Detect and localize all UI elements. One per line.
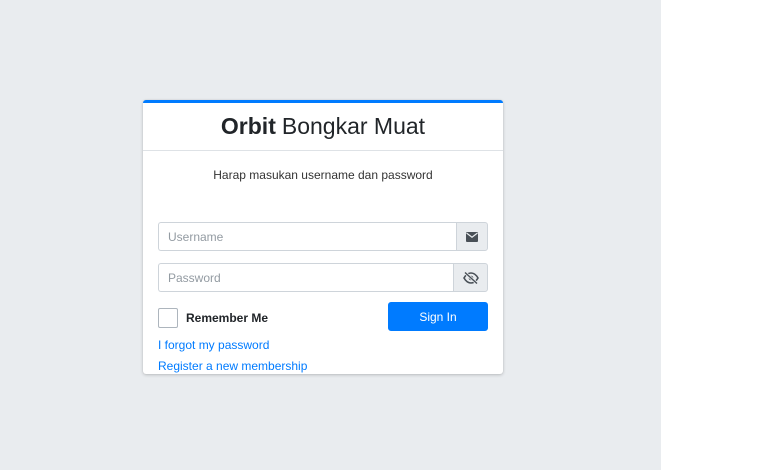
login-card-header: Orbit Bongkar Muat <box>143 103 503 151</box>
envelope-icon <box>466 231 478 242</box>
sign-in-button[interactable]: Sign In <box>388 302 488 331</box>
eye-slash-icon <box>462 271 479 284</box>
password-input-group <box>158 263 488 292</box>
login-message: Harap masukan username dan password <box>213 168 433 182</box>
remember-me: Remember Me <box>158 308 268 328</box>
username-input-group <box>158 222 488 251</box>
brand-name-light: Bongkar Muat <box>281 113 426 139</box>
username-addon <box>456 222 488 251</box>
remember-me-label[interactable]: Remember Me <box>186 311 268 325</box>
forgot-password-link[interactable]: I forgot my password <box>158 338 269 352</box>
username-input[interactable] <box>158 222 456 251</box>
remember-me-checkbox[interactable] <box>158 308 178 328</box>
login-card: Orbit Bongkar Muat Harap masukan usernam… <box>143 100 503 374</box>
password-input[interactable] <box>158 263 453 292</box>
login-card-body: Harap masukan username dan password User… <box>143 168 503 373</box>
register-link[interactable]: Register a new membership <box>158 359 307 373</box>
brand-name-bold: Orbit <box>220 113 276 139</box>
toggle-password-button[interactable] <box>453 263 488 292</box>
